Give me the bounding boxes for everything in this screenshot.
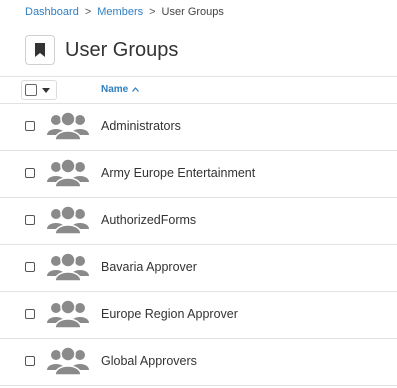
- group-name[interactable]: Army Europe Entertainment: [101, 166, 255, 180]
- table-row[interactable]: Army Europe Entertainment: [0, 151, 397, 198]
- row-checkbox[interactable]: [25, 121, 35, 131]
- table-row[interactable]: Bavaria Approver: [0, 245, 397, 292]
- breadcrumb-separator: >: [149, 6, 156, 18]
- name-column-header[interactable]: Name: [101, 84, 140, 95]
- sort-ascending-icon: [132, 87, 140, 92]
- table-row[interactable]: Administrators: [0, 104, 397, 151]
- breadcrumb-dashboard[interactable]: Dashboard: [25, 5, 79, 19]
- row-checkbox[interactable]: [25, 262, 35, 272]
- table-row[interactable]: Europe Region Approver: [0, 292, 397, 339]
- group-name[interactable]: Bavaria Approver: [101, 260, 197, 274]
- select-all-checkbox[interactable]: [25, 84, 37, 96]
- user-group-icon: [47, 205, 89, 235]
- user-group-icon: [47, 158, 89, 188]
- group-name[interactable]: Europe Region Approver: [101, 307, 238, 321]
- breadcrumb-separator: >: [84, 6, 92, 18]
- user-group-icon: [47, 346, 89, 376]
- row-checkbox[interactable]: [25, 215, 35, 225]
- table-row[interactable]: AuthorizedForms: [0, 198, 397, 245]
- group-name[interactable]: Administrators: [101, 119, 181, 133]
- table-header: Name: [0, 76, 397, 104]
- user-group-icon: [47, 252, 89, 282]
- breadcrumb-current: User Groups: [161, 6, 224, 18]
- row-checkbox[interactable]: [25, 168, 35, 178]
- page-title: User Groups: [65, 39, 179, 61]
- name-column-label: Name: [101, 84, 129, 95]
- table-row[interactable]: Global Approvers: [0, 339, 397, 386]
- row-checkbox[interactable]: [25, 356, 35, 366]
- breadcrumb-members[interactable]: Members: [97, 5, 143, 19]
- row-checkbox[interactable]: [25, 309, 35, 319]
- bookmark-icon: [25, 35, 55, 65]
- user-group-icon: [47, 111, 89, 141]
- group-name[interactable]: AuthorizedForms: [101, 213, 196, 227]
- group-name[interactable]: Global Approvers: [101, 354, 197, 368]
- page-header: User Groups: [25, 35, 178, 65]
- breadcrumb: Dashboard > Members > User Groups: [25, 5, 224, 19]
- chevron-down-icon[interactable]: [38, 82, 54, 98]
- user-group-icon: [47, 299, 89, 329]
